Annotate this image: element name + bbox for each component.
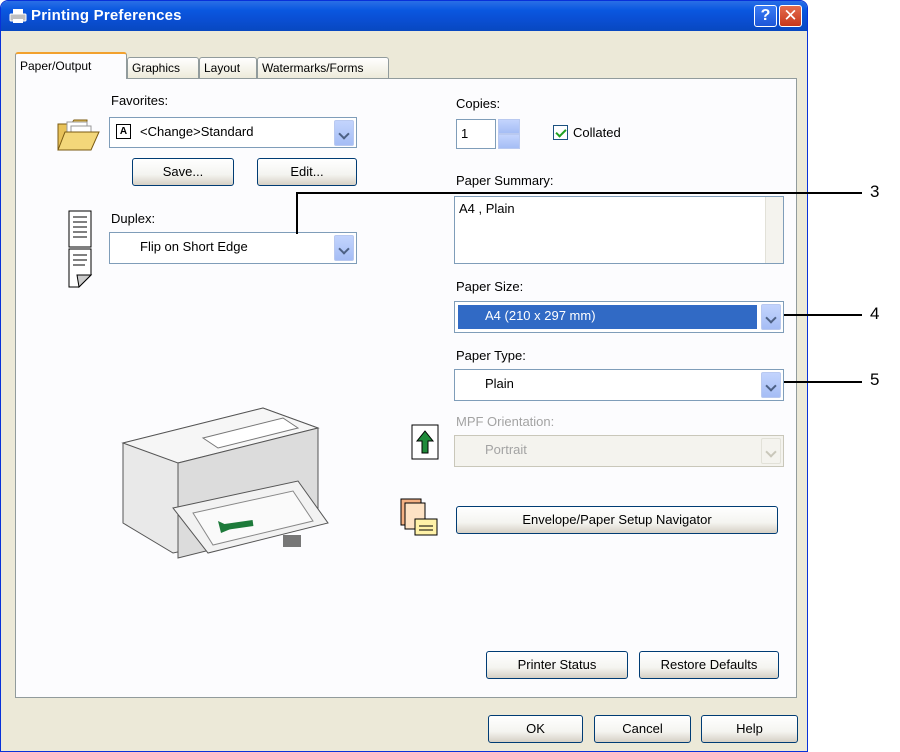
callout-line-4: [784, 314, 862, 316]
chevron-down-icon[interactable]: [334, 235, 354, 261]
title-bar: Printing Preferences ? ✕: [1, 1, 807, 31]
duplex-dropdown[interactable]: Flip on Short Edge: [109, 232, 357, 264]
edit-favorites-button[interactable]: Edit...: [257, 158, 357, 186]
tab-watermarks-forms[interactable]: Watermarks/Forms: [257, 57, 389, 79]
favorites-dropdown[interactable]: A <Change>Standard: [109, 117, 357, 148]
printer-status-button[interactable]: Printer Status: [486, 651, 628, 679]
close-icon: ✕: [783, 6, 798, 25]
paper-size-dropdown[interactable]: A4 (210 x 297 mm): [454, 301, 784, 333]
paper-summary-scrollbar[interactable]: [765, 197, 783, 263]
chevron-down-icon: [761, 438, 781, 464]
copies-spinner[interactable]: [498, 119, 520, 149]
paper-size-label: Paper Size:: [456, 279, 524, 294]
collated-label: Collated: [573, 125, 621, 140]
tab-graphics[interactable]: Graphics: [127, 57, 199, 79]
help-glyph: ?: [760, 7, 771, 24]
favorites-label: Favorites:: [111, 93, 169, 108]
favorites-value: <Change>Standard: [140, 124, 254, 139]
close-button[interactable]: ✕: [779, 5, 802, 27]
duplex-label: Duplex:: [111, 211, 156, 226]
callout-4: 4: [870, 304, 880, 323]
copies-input[interactable]: 1: [456, 119, 496, 149]
favorites-a-icon: A: [116, 124, 131, 139]
paper-summary-box: A4 , Plain: [454, 196, 784, 264]
mpf-orientation-value: Portrait: [485, 442, 527, 457]
orientation-arrow-icon: [411, 424, 439, 460]
copies-value: 1: [461, 126, 469, 141]
printer-icon: [9, 9, 27, 23]
callout-line-3-drop: [296, 192, 298, 234]
paper-summary-label: Paper Summary:: [456, 173, 554, 188]
paper-type-label: Paper Type:: [456, 348, 526, 363]
duplex-value: Flip on Short Edge: [140, 239, 248, 254]
folder-icon: [57, 119, 100, 151]
printing-preferences-window: Printing Preferences ? ✕ Paper/Output Gr…: [0, 0, 808, 752]
spin-down-icon[interactable]: [498, 134, 520, 149]
paper-type-dropdown[interactable]: Plain: [454, 369, 784, 401]
mpf-orientation-label: MPF Orientation:: [456, 414, 555, 429]
callout-line-3: [296, 192, 862, 194]
spin-up-icon[interactable]: [498, 119, 520, 134]
window-title: Printing Preferences: [31, 7, 182, 24]
duplex-document-icon: [68, 210, 93, 289]
cancel-button[interactable]: Cancel: [594, 715, 691, 743]
envelope-navigator-icon: [400, 498, 438, 536]
help-button[interactable]: Help: [701, 715, 798, 743]
callout-line-5: [784, 381, 862, 383]
callout-5: 5: [870, 370, 880, 389]
paper-size-value: A4 (210 x 297 mm): [485, 308, 596, 323]
restore-defaults-button[interactable]: Restore Defaults: [639, 651, 779, 679]
help-title-button[interactable]: ?: [754, 5, 777, 27]
envelope-paper-setup-navigator-button[interactable]: Envelope/Paper Setup Navigator: [456, 506, 778, 534]
printer-illustration: [121, 407, 329, 559]
ok-button[interactable]: OK: [488, 715, 583, 743]
collated-checkbox[interactable]: [553, 125, 568, 140]
chevron-down-icon[interactable]: [334, 120, 354, 146]
chevron-down-icon[interactable]: [761, 372, 781, 398]
mpf-orientation-dropdown: Portrait: [454, 435, 784, 467]
chevron-down-icon[interactable]: [761, 304, 781, 330]
tab-paper-output[interactable]: Paper/Output: [15, 52, 127, 79]
paper-type-value: Plain: [485, 376, 514, 391]
callout-3: 3: [870, 182, 880, 201]
paper-summary-value: A4 , Plain: [459, 201, 515, 216]
tab-layout[interactable]: Layout: [199, 57, 257, 79]
copies-label: Copies:: [456, 96, 501, 111]
save-favorites-button[interactable]: Save...: [132, 158, 234, 186]
